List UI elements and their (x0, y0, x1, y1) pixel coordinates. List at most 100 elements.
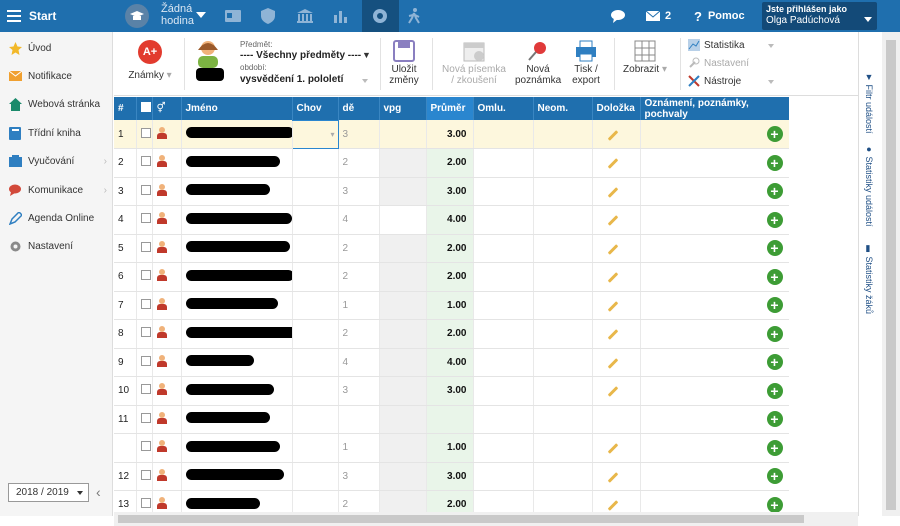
horizontal-scrollbar[interactable] (114, 512, 858, 526)
sidebar-item-webova-stranka[interactable]: Webová stránka (0, 94, 113, 114)
add-icon[interactable]: + (766, 439, 783, 456)
unexcused-cell[interactable] (533, 205, 593, 235)
row-checkbox[interactable] (136, 234, 153, 263)
column-header-average[interactable]: Průměr (426, 97, 474, 120)
new-note-button[interactable]: Nová poznámka (515, 40, 561, 86)
vpg-cell[interactable] (379, 120, 427, 149)
sidebar-item-komunikace[interactable]: Komunikace › (0, 180, 113, 200)
table-row[interactable]: 7 1 1.00 + (114, 291, 789, 320)
lesson-selector[interactable]: Žádná hodina (161, 3, 194, 27)
vpg-cell[interactable] (379, 177, 427, 206)
table-row[interactable]: 5 2 2.00 + (114, 234, 789, 263)
chevron-down-icon[interactable] (768, 80, 774, 84)
chevron-down-icon[interactable] (196, 12, 206, 18)
clause-cell[interactable] (592, 120, 641, 149)
dej-grade-cell[interactable]: 2 (338, 319, 380, 349)
column-header-notes[interactable]: Oznámení, poznámky, pochvaly (640, 97, 789, 120)
vpg-cell[interactable] (379, 205, 427, 235)
clause-cell[interactable] (592, 376, 641, 406)
unexcused-cell[interactable] (533, 120, 593, 149)
print-export-button[interactable]: Tisk / export (566, 40, 606, 86)
row-checkbox[interactable] (136, 177, 153, 206)
add-icon[interactable]: + (766, 126, 783, 142)
row-checkbox[interactable] (136, 405, 153, 434)
add-icon[interactable]: + (766, 154, 783, 171)
shield-icon[interactable] (260, 8, 276, 24)
unexcused-cell[interactable] (533, 405, 593, 434)
pencil-icon[interactable] (607, 272, 618, 284)
vpg-cell[interactable] (379, 319, 427, 349)
chov-cell[interactable] (292, 234, 339, 263)
excused-cell[interactable] (473, 433, 534, 463)
bar-chart-icon[interactable] (333, 8, 349, 24)
pencil-icon[interactable] (607, 215, 618, 227)
chat-bubbles-icon[interactable] (611, 8, 627, 24)
chov-cell[interactable] (292, 262, 339, 292)
notes-cell[interactable]: + (640, 177, 789, 206)
dej-grade-cell[interactable]: 4 (338, 205, 380, 235)
user-account-menu[interactable]: Jste přihlášen jako Olga Padúchová (762, 2, 877, 30)
clause-cell[interactable] (592, 462, 641, 491)
chov-cell[interactable] (292, 291, 339, 320)
row-checkbox[interactable] (136, 376, 153, 406)
student-name-redacted[interactable] (181, 291, 293, 320)
excused-cell[interactable] (473, 148, 534, 178)
add-icon[interactable]: + (766, 325, 783, 342)
chov-cell[interactable] (292, 462, 339, 491)
table-row[interactable]: 2 2 2.00 + (114, 148, 789, 178)
excused-cell[interactable] (473, 177, 534, 206)
settings-menu[interactable]: Nastavení (688, 57, 749, 69)
chov-cell[interactable] (292, 433, 339, 463)
student-name-redacted[interactable] (181, 234, 293, 263)
unexcused-cell[interactable] (533, 462, 593, 491)
sidebar-item-agenda-online[interactable]: Agenda Online (0, 208, 113, 228)
clause-cell[interactable] (592, 319, 641, 349)
notes-cell[interactable]: + (640, 433, 789, 463)
unexcused-cell[interactable] (533, 433, 593, 463)
vpg-cell[interactable] (379, 433, 427, 463)
student-name-redacted[interactable] (181, 177, 293, 206)
row-checkbox[interactable] (136, 148, 153, 178)
column-header-vpg[interactable]: vpg (379, 97, 427, 120)
graduation-cap-icon[interactable] (125, 4, 149, 28)
table-row[interactable]: 3 3 3.00 + (114, 177, 789, 206)
walking-person-icon[interactable] (406, 8, 422, 24)
vpg-cell[interactable] (379, 348, 427, 377)
student-name-redacted[interactable] (181, 462, 293, 491)
chov-cell[interactable] (292, 319, 339, 349)
clause-cell[interactable] (592, 291, 641, 320)
statistics-menu[interactable]: Statistika (688, 39, 745, 51)
bank-icon[interactable] (297, 8, 313, 24)
table-row[interactable]: 10 3 3.00 + (114, 376, 789, 406)
excused-cell[interactable] (473, 234, 534, 263)
dej-grade-cell[interactable]: 4 (338, 348, 380, 377)
notes-cell[interactable]: + (640, 148, 789, 178)
chov-cell[interactable] (292, 205, 339, 235)
add-icon[interactable]: + (766, 183, 783, 200)
dej-grade-cell[interactable]: 2 (338, 148, 380, 178)
unexcused-cell[interactable] (533, 348, 593, 377)
pencil-icon[interactable] (607, 500, 618, 512)
pencil-icon[interactable] (607, 329, 618, 341)
chov-cell[interactable]: ▾ (291, 119, 339, 149)
grades-button[interactable]: A+ Známky ▾ (128, 40, 172, 81)
save-changes-button[interactable]: Uložit změny (384, 40, 424, 86)
vpg-cell[interactable] (379, 376, 427, 406)
dej-grade-cell[interactable]: 2 (338, 234, 380, 263)
vpg-cell[interactable] (379, 291, 427, 320)
pencil-icon[interactable] (607, 357, 618, 369)
pencil-icon[interactable] (607, 471, 618, 483)
unexcused-cell[interactable] (533, 148, 593, 178)
excused-cell[interactable] (473, 291, 534, 320)
column-header-dej[interactable]: dě (338, 97, 380, 120)
student-name-redacted[interactable] (181, 148, 293, 178)
id-card-icon[interactable] (225, 8, 241, 24)
sidebar-item-tridni-kniha[interactable]: Třídní kniha (0, 123, 113, 143)
column-header-name[interactable]: Jméno (181, 97, 293, 120)
row-checkbox[interactable] (136, 348, 153, 377)
add-icon[interactable]: + (766, 382, 783, 399)
row-checkbox[interactable] (136, 433, 153, 463)
clause-cell[interactable] (592, 262, 641, 292)
student-statistics-tab[interactable]: ▮ Statistiky žáků (864, 244, 874, 314)
row-checkbox[interactable] (136, 291, 153, 320)
